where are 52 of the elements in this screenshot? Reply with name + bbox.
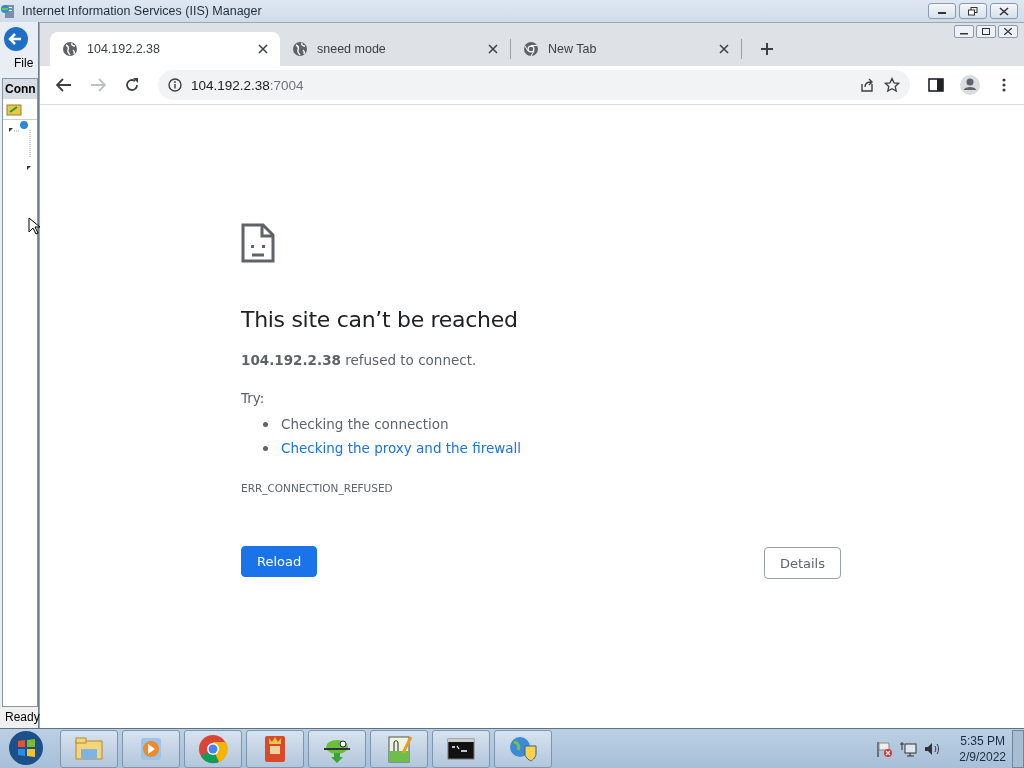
taskbar-button[interactable] bbox=[432, 729, 490, 768]
tab-title: New Tab bbox=[548, 42, 598, 56]
chrome-logo-icon bbox=[523, 41, 539, 57]
close-tab-icon[interactable] bbox=[486, 42, 500, 56]
back-button[interactable] bbox=[3, 26, 29, 52]
try-label: Try: bbox=[241, 390, 266, 406]
start-button[interactable] bbox=[6, 728, 46, 768]
profile-icon[interactable] bbox=[958, 73, 982, 97]
minimize-button[interactable] bbox=[928, 3, 956, 19]
taskbar-button[interactable] bbox=[308, 729, 366, 768]
bullet-icon bbox=[263, 445, 268, 451]
bullet-icon bbox=[263, 421, 268, 427]
chrome-logo-icon bbox=[197, 732, 229, 765]
browser-tab[interactable]: New Tab bbox=[511, 32, 741, 66]
minimize-button[interactable] bbox=[954, 25, 974, 38]
restore-button[interactable] bbox=[976, 25, 996, 38]
globe-icon bbox=[292, 41, 308, 57]
restore-button[interactable] bbox=[959, 3, 987, 19]
panel-header: Conn bbox=[3, 79, 37, 99]
browser-tab[interactable]: 104.192.2.38 bbox=[50, 32, 280, 66]
info-icon[interactable] bbox=[168, 78, 182, 92]
close-tab-icon[interactable] bbox=[717, 42, 731, 56]
tab-title: sneed mode bbox=[317, 42, 387, 56]
close-button[interactable] bbox=[998, 25, 1018, 38]
sad-document-icon bbox=[241, 223, 275, 263]
plus-icon bbox=[760, 42, 774, 56]
connect-icon[interactable] bbox=[6, 102, 22, 116]
flag-icon[interactable] bbox=[875, 739, 894, 758]
error-message: 104.192.2.38 refused to connect. bbox=[241, 352, 478, 368]
close-icon bbox=[1004, 28, 1012, 35]
error-heading: This site can’t be reached bbox=[241, 307, 519, 332]
clock[interactable]: 5:35 PM 2/9/2022 bbox=[959, 732, 1006, 765]
suggestion-text: Checking the connection bbox=[281, 416, 449, 432]
restore-icon bbox=[968, 6, 978, 16]
close-button[interactable] bbox=[990, 3, 1018, 19]
close-icon bbox=[999, 6, 1009, 16]
share-icon[interactable] bbox=[859, 77, 875, 93]
globe-icon bbox=[62, 41, 78, 57]
details-button[interactable]: Details bbox=[763, 547, 841, 579]
error-code: ERR_CONNECTION_REFUSED bbox=[241, 482, 394, 494]
maximize-icon bbox=[982, 28, 990, 35]
browser-tab[interactable]: sneed mode bbox=[280, 32, 510, 66]
status-text: Ready bbox=[0, 707, 38, 728]
server-icon bbox=[0, 3, 16, 19]
close-tab-icon[interactable] bbox=[256, 42, 270, 56]
star-icon[interactable] bbox=[884, 77, 900, 93]
window-title: Internet Information Services (IIS) Manager bbox=[22, 4, 262, 18]
network-icon[interactable] bbox=[899, 739, 918, 758]
menu-item[interactable]: File bbox=[0, 52, 38, 74]
tab-title: 104.192.2.38 bbox=[87, 42, 161, 56]
reload-button[interactable]: Reload bbox=[241, 546, 318, 577]
suggestion-link[interactable]: Checking the proxy and the firewall bbox=[281, 440, 522, 456]
